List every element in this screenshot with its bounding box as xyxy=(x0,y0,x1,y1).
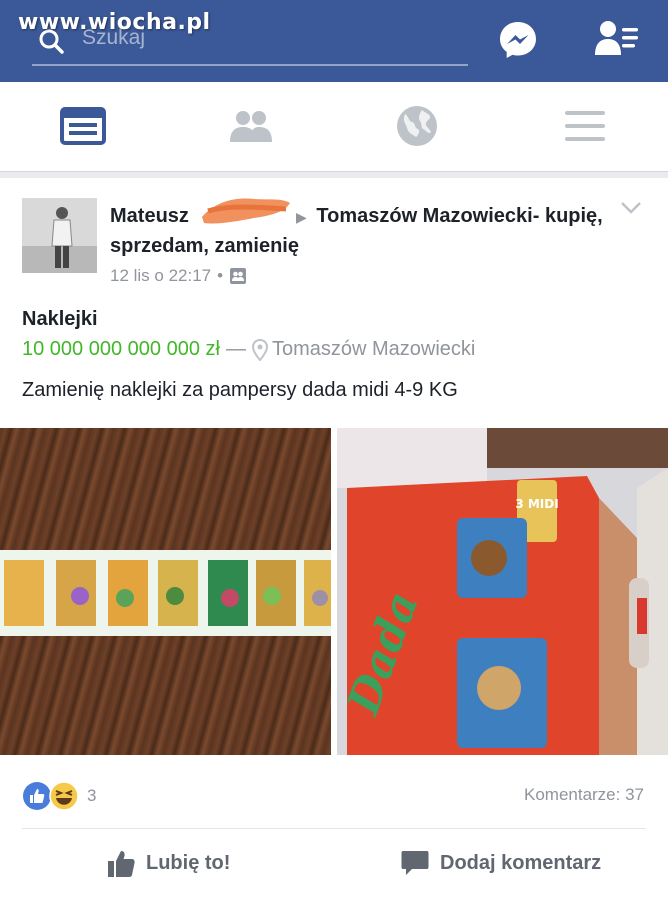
haha-reaction-icon xyxy=(49,781,79,811)
groups-icon xyxy=(230,111,272,142)
location-pin-icon xyxy=(251,338,268,361)
post-card: Mateusz ▶ Tomaszów Mazowiecki- kupię, sp… xyxy=(0,178,668,900)
censor-scribble xyxy=(202,198,290,224)
comment-icon xyxy=(401,851,429,875)
watermark-text: www.wiocha.pl xyxy=(18,10,211,35)
avatar-photo xyxy=(22,198,97,273)
top-bar: Szukaj www.wiocha.pl xyxy=(0,0,668,82)
like-label: Lubię to! xyxy=(146,851,231,874)
item-location[interactable]: Tomaszów Mazowiecki xyxy=(272,338,475,361)
reaction-count: 3 xyxy=(87,786,97,805)
post-header: Mateusz ▶ Tomaszów Mazowiecki- kupię, sp… xyxy=(110,202,610,261)
menu-icon xyxy=(565,111,605,141)
globe-icon xyxy=(397,106,437,146)
group-audience-icon xyxy=(230,268,247,284)
tab-groups[interactable] xyxy=(227,104,275,148)
box-size-text: 3 MIDI xyxy=(515,497,558,511)
divider xyxy=(22,828,646,829)
meta-dot: • xyxy=(217,266,224,285)
avatar[interactable] xyxy=(22,198,97,273)
chevron-down-icon[interactable] xyxy=(620,200,642,216)
like-button[interactable]: Lubię to! xyxy=(106,848,230,878)
news-feed-icon xyxy=(60,107,106,145)
tab-notifications[interactable] xyxy=(393,104,441,148)
post-photo-diaper-box[interactable]: 3 MIDI Dada xyxy=(337,428,668,755)
price-dash: — xyxy=(225,338,246,360)
tab-news-feed[interactable] xyxy=(59,104,107,148)
post-text: Zamienię naklejki za pampersy dada midi … xyxy=(22,379,458,401)
nav-bar xyxy=(0,82,668,172)
tab-menu[interactable] xyxy=(561,104,609,148)
post-time[interactable]: 12 lis o 22:17 xyxy=(110,266,211,286)
messenger-icon[interactable] xyxy=(498,20,538,60)
thumbs-up-icon xyxy=(108,851,135,877)
diaper-box-image: 3 MIDI Dada xyxy=(337,428,668,755)
price-location-line: 10 000 000 000 000 zł — Tomaszów Mazowie… xyxy=(22,338,475,361)
like-reaction-icon xyxy=(23,782,51,810)
friend-requests-icon[interactable] xyxy=(594,18,640,58)
author-name[interactable]: Mateusz xyxy=(110,205,189,227)
arrow-right-icon: ▶ xyxy=(296,209,307,225)
post-meta: 12 lis o 22:17 • xyxy=(110,266,247,286)
post-photo-stickers[interactable] xyxy=(0,428,331,755)
item-title: Naklejki xyxy=(22,308,98,330)
search-underline xyxy=(32,64,468,66)
sticker-strip-image xyxy=(0,550,331,636)
item-price: 10 000 000 000 000 zł xyxy=(22,338,220,360)
reactions-summary[interactable]: 3 xyxy=(22,781,96,811)
comment-button[interactable]: Dodaj komentarz xyxy=(400,848,601,878)
comments-count[interactable]: Komentarze: 37 xyxy=(524,785,644,805)
comment-label: Dodaj komentarz xyxy=(440,851,602,874)
